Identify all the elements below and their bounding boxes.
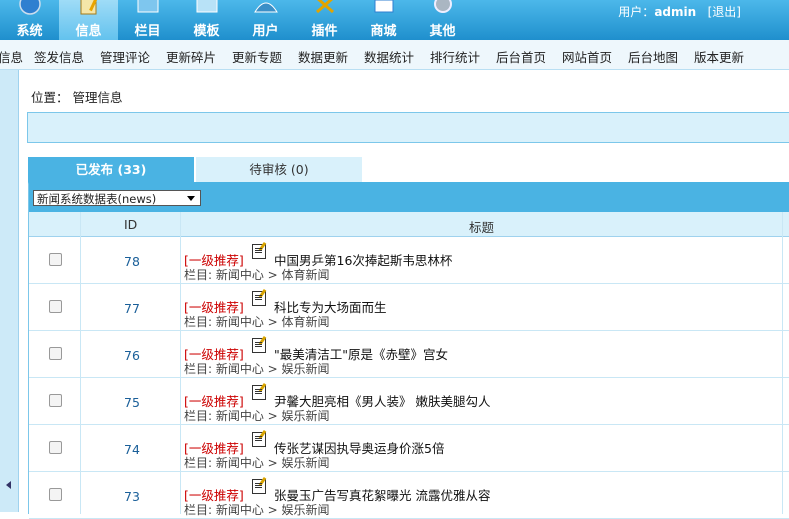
nav-item-other[interactable]: 其他 <box>413 0 472 40</box>
row-checkbox[interactable] <box>49 347 62 360</box>
globe-icon <box>18 0 41 15</box>
subnav-item-info[interactable]: 信息 <box>0 47 23 66</box>
info-panel <box>27 112 789 143</box>
nav-item-info[interactable]: 信息 <box>59 0 118 40</box>
edit-document-icon[interactable] <box>252 338 266 353</box>
column-header-title: 标题 <box>469 220 495 235</box>
username: admin <box>654 5 697 19</box>
nav-item-plugin[interactable]: 插件 <box>295 0 354 40</box>
logout-link[interactable]: [退出] <box>708 5 741 19</box>
row-category: 栏目: 新闻中心 > 娱乐新闻 <box>184 362 330 376</box>
row-checkbox[interactable] <box>49 394 62 407</box>
row-id: 73 <box>124 489 140 504</box>
table-row: 77 [一级推荐] 科比专为大场面而生 栏目: 新闻中心 > 体育新闻 <box>29 284 789 331</box>
column-header-id: ID <box>124 217 138 232</box>
table-select-value: 新闻系统数据表(news) <box>37 192 157 206</box>
tools-icon <box>315 0 334 14</box>
table-filter-bar: 新闻系统数据表(news) <box>29 184 789 212</box>
edit-document-icon[interactable] <box>252 244 266 259</box>
main-nav: 系统 信息 栏目 模板 用户 插件 商城 其他 <box>0 0 472 40</box>
chevron-down-icon <box>187 196 195 201</box>
row-category: 栏目: 新闻中心 > 体育新闻 <box>184 268 330 282</box>
row-id: 74 <box>124 442 140 457</box>
subnav-item-data-update[interactable]: 数据更新 <box>298 47 348 66</box>
edit-document-icon[interactable] <box>252 432 266 447</box>
gear-icon <box>433 0 452 13</box>
row-category: 栏目: 新闻中心 > 娱乐新闻 <box>184 503 330 517</box>
breadcrumb-prefix: 位置： <box>31 90 69 105</box>
row-id: 77 <box>124 301 140 316</box>
collapse-arrow-icon[interactable] <box>6 481 11 489</box>
tab-published[interactable]: 已发布 (33) <box>28 157 194 182</box>
table-row: 76 [一级推荐] "最美清洁工"原是《赤壁》宫女 栏目: 新闻中心 > 娱乐新… <box>29 331 789 378</box>
nav-item-template[interactable]: 模板 <box>177 0 236 40</box>
subnav-item-topics[interactable]: 更新专题 <box>232 47 282 66</box>
user-prefix: 用户： <box>618 5 655 19</box>
row-category: 栏目: 新闻中心 > 体育新闻 <box>184 315 330 329</box>
subnav-item-site-home[interactable]: 网站首页 <box>562 47 612 66</box>
row-id: 76 <box>124 348 140 363</box>
row-checkbox[interactable] <box>49 253 62 266</box>
row-checkbox[interactable] <box>49 300 62 313</box>
user-icon <box>253 2 278 13</box>
nav-item-column[interactable]: 栏目 <box>118 0 177 40</box>
row-id: 75 <box>124 395 140 410</box>
row-category: 栏目: 新闻中心 > 娱乐新闻 <box>184 456 330 470</box>
table-select[interactable]: 新闻系统数据表(news) <box>33 190 201 206</box>
table-header: ID 标题 <box>29 212 789 237</box>
breadcrumb-current: 管理信息 <box>72 90 123 105</box>
top-header: 系统 信息 栏目 模板 用户 插件 商城 其他 用户：admin [退出] <box>0 0 789 40</box>
window-icon <box>137 0 158 13</box>
row-id: 78 <box>124 254 140 269</box>
edit-document-icon[interactable] <box>252 291 266 306</box>
nav-item-shop[interactable]: 商城 <box>354 0 413 40</box>
sidebar-toggle-strip[interactable] <box>0 70 19 512</box>
row-checkbox[interactable] <box>49 441 62 454</box>
user-info: 用户：admin [退出] <box>618 3 741 20</box>
table-row: 75 [一级推荐] 尹馨大胆亮相《男人装》 嫩肤美腿勾人 栏目: 新闻中心 > … <box>29 378 789 425</box>
subnav-item-version[interactable]: 版本更新 <box>694 47 744 66</box>
table-row: 78 [一级推荐] 中国男乒第16次捧起斯韦思林杯 栏目: 新闻中心 > 体育新… <box>29 237 789 284</box>
edit-document-icon[interactable] <box>252 479 266 494</box>
table-row: 74 [一级推荐] 传张艺谋因执导奥运身价涨5倍 栏目: 新闻中心 > 娱乐新闻 <box>29 425 789 472</box>
nav-item-system[interactable]: 系统 <box>0 0 59 40</box>
row-checkbox[interactable] <box>49 488 62 501</box>
row-category: 栏目: 新闻中心 > 娱乐新闻 <box>184 409 330 423</box>
subnav-item-ranking[interactable]: 排行统计 <box>430 47 480 66</box>
shop-icon <box>374 0 393 13</box>
news-table: 新闻系统数据表(news) ID 标题 78 [一级推荐] 中国男乒第16次捧起… <box>28 182 789 519</box>
notepad-icon <box>80 0 98 15</box>
subnav-item-fragments[interactable]: 更新碎片 <box>166 47 216 66</box>
edit-document-icon[interactable] <box>252 385 266 400</box>
subnav-item-comments[interactable]: 管理评论 <box>100 47 150 66</box>
subnav-item-sign[interactable]: 签发信息 <box>34 47 84 66</box>
nav-item-user[interactable]: 用户 <box>236 0 295 40</box>
tab-pending[interactable]: 待审核 (0) <box>196 157 362 182</box>
subnav-item-admin-home[interactable]: 后台首页 <box>496 47 546 66</box>
subnav-item-data-stats[interactable]: 数据统计 <box>364 47 414 66</box>
subnav-item-admin-map[interactable]: 后台地图 <box>628 47 678 66</box>
breadcrumb: 位置： 管理信息 <box>31 87 123 106</box>
template-icon <box>196 0 217 13</box>
sub-nav: 信息 签发信息 管理评论 更新碎片 更新专题 数据更新 数据统计 排行统计 后台… <box>0 40 789 70</box>
